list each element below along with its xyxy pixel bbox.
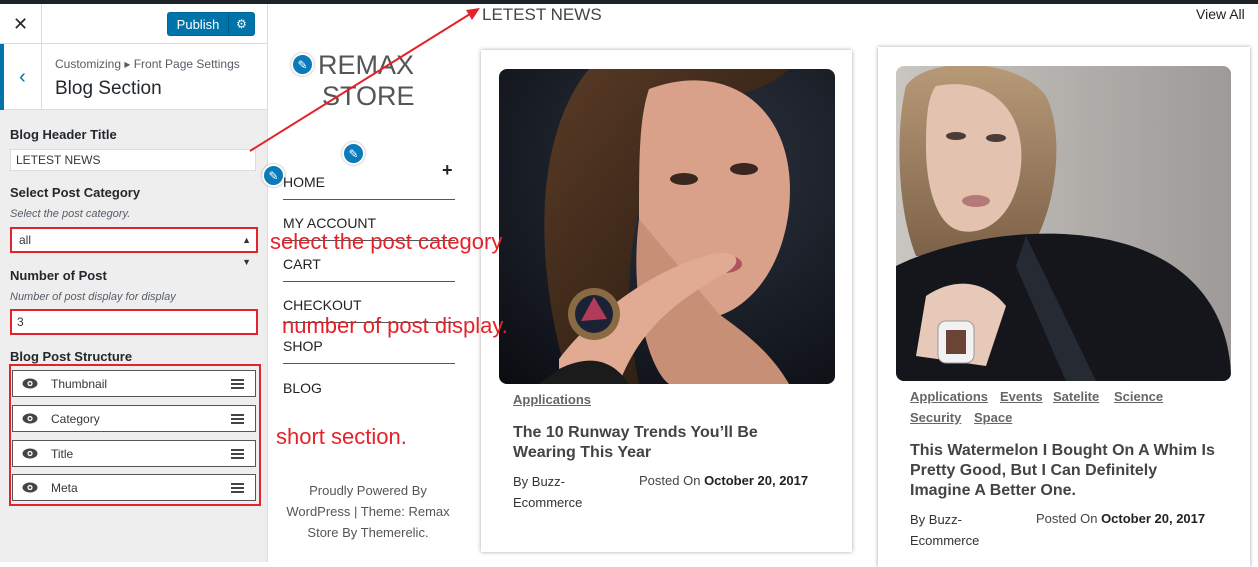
annotation-number: number of post display. — [282, 313, 508, 338]
annotation-structure: short section. — [276, 424, 407, 449]
annotation-category: select the post category — [270, 229, 503, 254]
annotation-arrow — [249, 8, 480, 152]
